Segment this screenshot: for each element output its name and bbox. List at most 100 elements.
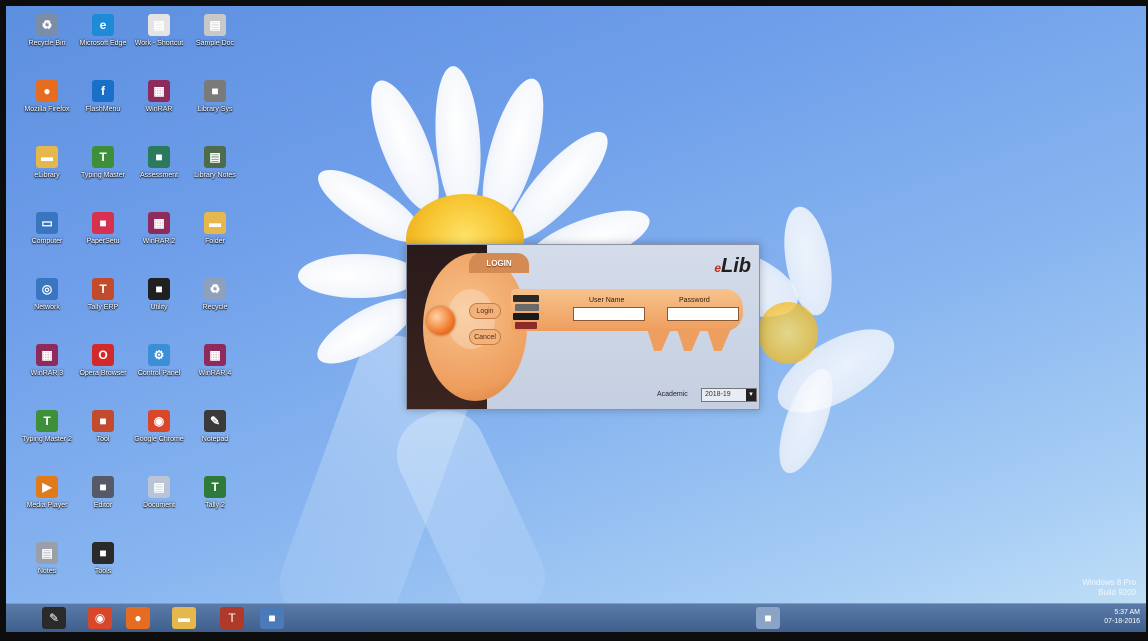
application-icon: ■ bbox=[148, 278, 170, 300]
desktop-icon-label: Editor bbox=[93, 502, 113, 509]
password-field[interactable] bbox=[667, 307, 739, 321]
desktop-icon[interactable]: f FlashMenu bbox=[72, 80, 134, 114]
desktop-icon[interactable]: ▬ Folder bbox=[184, 212, 246, 246]
desktop-icon[interactable]: ● Mozilla Firefox bbox=[16, 80, 78, 114]
chrome-icon: ◉ bbox=[148, 410, 170, 432]
desktop-icon[interactable]: ▦ WinRAR bbox=[128, 80, 190, 114]
username-label: User Name bbox=[589, 297, 625, 304]
application-icon: ■ bbox=[92, 476, 114, 498]
academic-select[interactable]: 2018-19 ▾ bbox=[701, 388, 757, 402]
desktop-icon-label: Typing Master 2 bbox=[22, 436, 72, 443]
desktop-icon[interactable]: ⚙ Control Panel bbox=[128, 344, 190, 378]
desktop-icon[interactable]: ▦ WinRAR 3 bbox=[16, 344, 78, 378]
desktop-icon-label: Google Chrome bbox=[134, 436, 184, 443]
taskbar: ✎ ◉ ● ▬ T ■ ■ 5:37 AM 07-18-2016 bbox=[6, 603, 1146, 632]
tally-icon[interactable]: T bbox=[220, 607, 244, 629]
desktop-icon[interactable]: ■ Editor bbox=[72, 476, 134, 510]
desktop-icon-label: Notes bbox=[37, 568, 57, 575]
desktop-icon[interactable]: ▤ Notes bbox=[16, 542, 78, 576]
windows-watermark: Windows 8 Pro Build 9200 bbox=[1082, 578, 1136, 597]
desktop-icon[interactable]: ■ Assessment bbox=[128, 146, 190, 180]
computer-icon: ▭ bbox=[36, 212, 58, 234]
desktop-icon[interactable]: O Opera Browser bbox=[72, 344, 134, 378]
desktop-icon-label: Tally 2 bbox=[205, 502, 225, 509]
desktop-icon-label: Microsoft Edge bbox=[79, 40, 127, 47]
desktop-icon-label: WinRAR 4 bbox=[198, 370, 232, 377]
desktop-icon-label: WinRAR bbox=[145, 106, 173, 113]
desktop-icon-label: Folder bbox=[205, 238, 225, 245]
media-icon: ▶ bbox=[36, 476, 58, 498]
flash-icon: f bbox=[92, 80, 114, 102]
desktop-icon[interactable]: ■ Utility bbox=[128, 278, 190, 312]
desktop-icon-label: Recycle bbox=[202, 304, 228, 311]
edge-icon: e bbox=[92, 14, 114, 36]
desktop-icon[interactable]: ■ PaperSetu bbox=[72, 212, 134, 246]
application-icon[interactable]: ■ bbox=[260, 607, 284, 629]
key-tooth-graphic bbox=[677, 329, 701, 351]
desktop-icon[interactable]: ■ Tools bbox=[72, 542, 134, 576]
login-ribbon: LOGIN bbox=[469, 253, 529, 273]
flower-petal bbox=[298, 254, 418, 298]
chrome-icon[interactable]: ◉ bbox=[88, 607, 112, 629]
document-icon: ▤ bbox=[148, 14, 170, 36]
application-icon: ■ bbox=[92, 542, 114, 564]
desktop-icon[interactable]: T Tally ERP bbox=[72, 278, 134, 312]
desktop-icon-label: Recycle Bin bbox=[28, 40, 66, 47]
desktop-icon-label: Opera Browser bbox=[79, 370, 127, 377]
folder-icon: ▬ bbox=[204, 212, 226, 234]
system-tray-clock[interactable]: 5:37 AM 07-18-2016 bbox=[1104, 608, 1140, 626]
notepad-icon: ✎ bbox=[204, 410, 226, 432]
desktop-icon[interactable]: T Tally 2 bbox=[184, 476, 246, 510]
document-icon: ▤ bbox=[204, 146, 226, 168]
desktop-icon[interactable]: T Typing Master bbox=[72, 146, 134, 180]
typing-icon: T bbox=[36, 410, 58, 432]
desktop-icon[interactable]: e Microsoft Edge bbox=[72, 14, 134, 48]
desktop-icon[interactable]: ▭ Computer bbox=[16, 212, 78, 246]
desktop-icon[interactable]: ✎ Notepad bbox=[184, 410, 246, 444]
desktop-icon[interactable]: ▤ Work - Shortcut bbox=[128, 14, 190, 48]
typing-icon: T bbox=[92, 146, 114, 168]
desktop-icon[interactable]: ▤ Document bbox=[128, 476, 190, 510]
application-icon: ■ bbox=[92, 212, 114, 234]
academic-select-value: 2018-19 bbox=[705, 391, 731, 398]
desktop-icon[interactable]: ♻ Recycle Bin bbox=[16, 14, 78, 48]
desktop-icon[interactable]: T Typing Master 2 bbox=[16, 410, 78, 444]
desktop-icon-label: Work - Shortcut bbox=[134, 40, 184, 47]
chevron-down-icon[interactable]: ▾ bbox=[746, 389, 756, 401]
desktop-icon[interactable]: ▬ eLibrary bbox=[16, 146, 78, 180]
desktop-icon[interactable]: ▦ WinRAR 2 bbox=[128, 212, 190, 246]
books-icon bbox=[513, 295, 541, 339]
desktop-icon[interactable]: ■ Tool bbox=[72, 410, 134, 444]
desktop-icon-label: WinRAR 2 bbox=[142, 238, 176, 245]
flower-center bbox=[758, 302, 818, 364]
desktop-icon[interactable]: ◎ Network bbox=[16, 278, 78, 312]
key-tooth-graphic bbox=[647, 329, 671, 351]
desktop-icon-label: Assessment bbox=[139, 172, 179, 179]
desktop-background: ♻ Recycle Bin e Microsoft Edge ▤ Work - Short… bbox=[6, 6, 1146, 632]
desktop-icon-label: Tool bbox=[96, 436, 110, 443]
desktop-icon[interactable]: ♻ Recycle bbox=[184, 278, 246, 312]
desktop-icon-label: Media Player bbox=[26, 502, 68, 509]
desktop-icon[interactable]: ▦ WinRAR 4 bbox=[184, 344, 246, 378]
desktop-icon-label: Sample Doc bbox=[195, 40, 235, 47]
desktop-icon-label: FlashMenu bbox=[85, 106, 121, 113]
desktop-icon[interactable]: ■ Library Sys bbox=[184, 80, 246, 114]
winrar-icon: ▦ bbox=[148, 212, 170, 234]
elib-login-window: LOGIN Login Cancel eLib User Name Passwo… bbox=[406, 244, 760, 410]
academic-label: Academic bbox=[657, 391, 688, 398]
login-button[interactable]: Login bbox=[469, 303, 501, 319]
notepad-icon[interactable]: ✎ bbox=[42, 607, 66, 629]
username-field[interactable] bbox=[573, 307, 645, 321]
desktop-icon[interactable]: ▶ Media Player bbox=[16, 476, 78, 510]
desktop-icon[interactable]: ◉ Google Chrome bbox=[128, 410, 190, 444]
desktop-icon[interactable]: ▤ Sample Doc bbox=[184, 14, 246, 48]
document-icon: ▤ bbox=[148, 476, 170, 498]
password-label: Password bbox=[679, 297, 710, 304]
folder-icon[interactable]: ▬ bbox=[172, 607, 196, 629]
cancel-button[interactable]: Cancel bbox=[469, 329, 501, 345]
desktop-icon-label: Mozilla Firefox bbox=[24, 106, 70, 113]
desktop-icon[interactable]: ▤ Library Notes bbox=[184, 146, 246, 180]
winrar-icon: ▦ bbox=[204, 344, 226, 366]
firefox-icon[interactable]: ● bbox=[126, 607, 150, 629]
application-icon[interactable]: ■ bbox=[756, 607, 780, 629]
